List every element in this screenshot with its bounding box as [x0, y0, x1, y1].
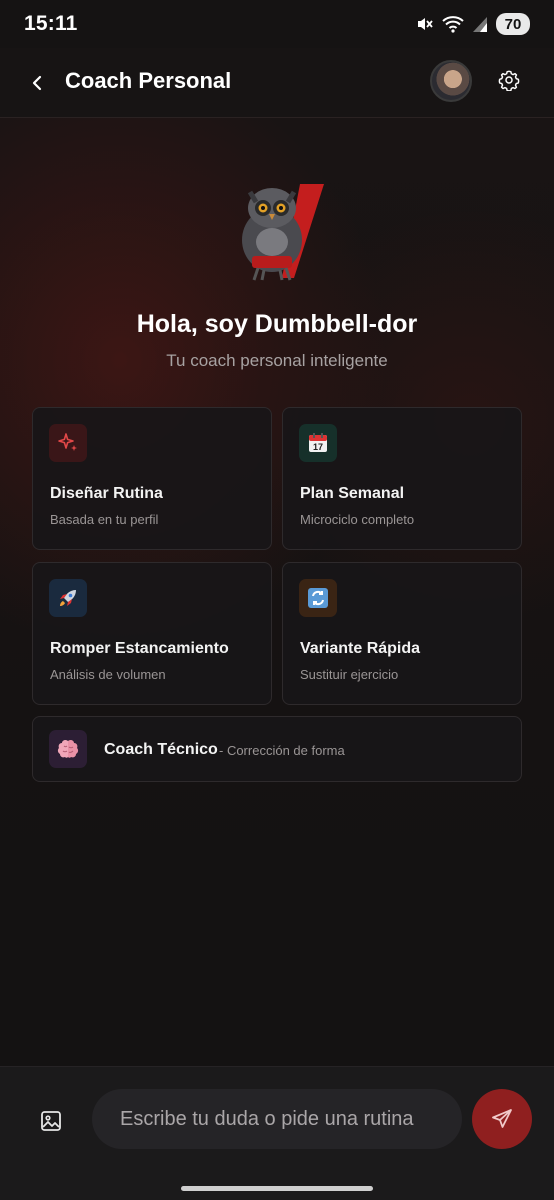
card-icon-box	[49, 730, 87, 768]
card-icon-box	[49, 579, 87, 617]
chevron-left-icon	[32, 75, 42, 91]
card-subtitle: Análisis de volumen	[50, 667, 166, 682]
card-title: Coach Técnico	[104, 741, 218, 758]
wifi-icon	[442, 15, 464, 33]
arrows-refresh-icon	[308, 588, 328, 608]
home-indicator[interactable]	[181, 1186, 373, 1191]
card-subtitle: Sustituir ejercicio	[300, 667, 399, 682]
brain-icon	[57, 739, 79, 758]
owl-mascot-logo	[230, 178, 326, 286]
app-bar: Coach Personal	[0, 48, 554, 118]
card-coach-tecnico[interactable]: Coach Técnico - Corrección de forma	[32, 716, 522, 782]
gear-icon	[498, 70, 520, 91]
send-button[interactable]	[472, 1089, 532, 1149]
back-button[interactable]	[20, 65, 56, 101]
settings-button[interactable]	[492, 63, 526, 97]
image-icon	[41, 1111, 61, 1131]
card-subtitle: - Corrección de forma	[219, 743, 345, 758]
page-title: Coach Personal	[65, 68, 232, 93]
avatar[interactable]	[430, 60, 472, 102]
card-icon-box: 17	[299, 424, 337, 462]
card-title: Diseñar Rutina	[50, 485, 163, 502]
card-disenar-rutina[interactable]: Diseñar Rutina Basada en tu perfil	[32, 407, 272, 550]
svg-text:17: 17	[313, 442, 323, 452]
status-icons: 70	[416, 13, 530, 35]
mute-icon	[416, 15, 434, 33]
status-bar: 15:11 70	[0, 0, 554, 48]
card-romper-estancamiento[interactable]: Romper Estancamiento Análisis de volumen	[32, 562, 272, 705]
composer-bar	[0, 1066, 554, 1200]
card-subtitle: Microciclo completo	[300, 512, 415, 527]
card-plan-semanal[interactable]: 17 Plan Semanal Microciclo completo	[282, 407, 522, 550]
message-input[interactable]	[92, 1089, 462, 1149]
greeting-heading: Hola, soy Dumbbell-dor	[136, 310, 418, 338]
send-icon	[492, 1109, 512, 1128]
card-title: Plan Semanal	[300, 485, 405, 502]
rocket-icon	[60, 590, 76, 606]
card-icon-box	[49, 424, 87, 462]
calendar-icon: 17	[309, 433, 327, 452]
attach-image-button[interactable]	[33, 1103, 69, 1139]
card-title: Romper Estancamiento	[50, 640, 229, 657]
greeting-subtitle: Tu coach personal inteligente	[166, 351, 388, 370]
card-subtitle: Basada en tu perfil	[50, 512, 159, 527]
card-icon-box	[299, 579, 337, 617]
card-title: Variante Rápida	[300, 640, 421, 657]
card-variante-rapida[interactable]: Variante Rápida Sustituir ejercicio	[282, 562, 522, 705]
signal-icon	[472, 15, 488, 33]
status-time: 15:11	[24, 12, 78, 35]
sparkles-icon	[58, 433, 77, 451]
battery-indicator: 70	[496, 13, 530, 35]
